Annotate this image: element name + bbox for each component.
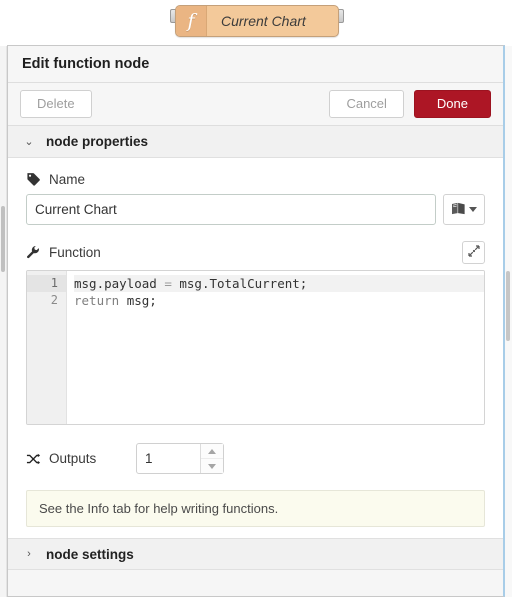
cancel-button[interactable]: Cancel	[329, 90, 404, 118]
outputs-decrement-button[interactable]	[201, 459, 223, 473]
name-label-text: Name	[49, 172, 86, 187]
function-field-header: Function	[26, 241, 485, 264]
node-properties-body: Name Current Chart Function 1 2 msg.payl…	[8, 158, 503, 538]
right-scrollbar-thumb[interactable]	[506, 271, 510, 341]
expand-editor-button[interactable]	[462, 241, 485, 264]
name-field-row	[26, 194, 485, 225]
right-scrollbar[interactable]	[505, 46, 512, 597]
book-icon	[451, 202, 466, 218]
section-header-node-properties[interactable]: ⌄ node properties	[8, 126, 503, 158]
gutter-line-number: 2	[50, 293, 58, 307]
code-gutter: 1 2	[27, 271, 67, 424]
shuffle-icon	[26, 452, 43, 466]
function-field-label: Function	[26, 245, 101, 260]
edit-function-node-dialog: Edit function node Delete Cancel Done ⌄ …	[7, 45, 505, 597]
section-header-node-settings[interactable]: › node settings	[8, 538, 503, 570]
left-scrollbar[interactable]	[0, 46, 7, 597]
chevron-down-icon: ⌄	[24, 136, 34, 148]
triangle-down-icon	[208, 463, 216, 469]
outputs-stepper[interactable]	[136, 443, 224, 474]
code-content[interactable]: msg.payload = msg.TotalCurrent; return m…	[67, 271, 484, 424]
section-title-node-properties: node properties	[46, 134, 149, 149]
function-f-glyph: f	[187, 9, 195, 32]
done-button[interactable]: Done	[413, 90, 491, 118]
function-node-label: Current Chart	[221, 13, 306, 29]
name-input[interactable]	[26, 194, 436, 225]
code-line: return msg;	[74, 292, 484, 309]
function-node[interactable]: f Current Chart	[175, 5, 339, 37]
info-tip: See the Info tab for help writing functi…	[26, 490, 485, 527]
code-token-keyword: return	[74, 293, 127, 308]
outputs-field-row: Outputs	[26, 443, 485, 474]
code-token-operator: =	[164, 276, 180, 291]
dialog-title: Edit function node	[8, 46, 503, 82]
delete-button[interactable]: Delete	[20, 90, 92, 118]
outputs-input[interactable]	[137, 444, 200, 473]
code-token: msg.payload	[74, 276, 165, 291]
left-scrollbar-thumb[interactable]	[1, 206, 5, 272]
chevron-down-icon	[469, 207, 477, 212]
function-f-icon: f	[176, 6, 207, 36]
dialog-toolbar: Delete Cancel Done	[8, 82, 503, 126]
gutter-line-number: 1	[27, 275, 66, 292]
wrench-icon	[26, 245, 43, 260]
tag-icon	[26, 172, 43, 187]
dialog-footer	[8, 570, 503, 596]
name-field-label: Name	[26, 172, 485, 187]
outputs-increment-button[interactable]	[201, 444, 223, 459]
name-history-button[interactable]	[443, 194, 485, 225]
function-code-editor[interactable]: 1 2 msg.payload = msg.TotalCurrent; retu…	[26, 270, 485, 425]
outputs-stepper-buttons	[200, 444, 223, 473]
outputs-field-label: Outputs	[26, 451, 136, 466]
section-title-node-settings: node settings	[46, 546, 134, 562]
code-line: msg.payload = msg.TotalCurrent;	[74, 275, 484, 292]
function-label-text: Function	[49, 245, 101, 260]
flow-canvas: f Current Chart	[0, 0, 512, 45]
code-token: msg.TotalCurrent;	[179, 276, 308, 291]
chevron-right-icon: ›	[27, 548, 31, 560]
code-token: msg;	[126, 293, 157, 308]
outputs-label-text: Outputs	[49, 451, 97, 466]
triangle-up-icon	[208, 448, 216, 454]
expand-arrows-icon	[467, 245, 480, 260]
